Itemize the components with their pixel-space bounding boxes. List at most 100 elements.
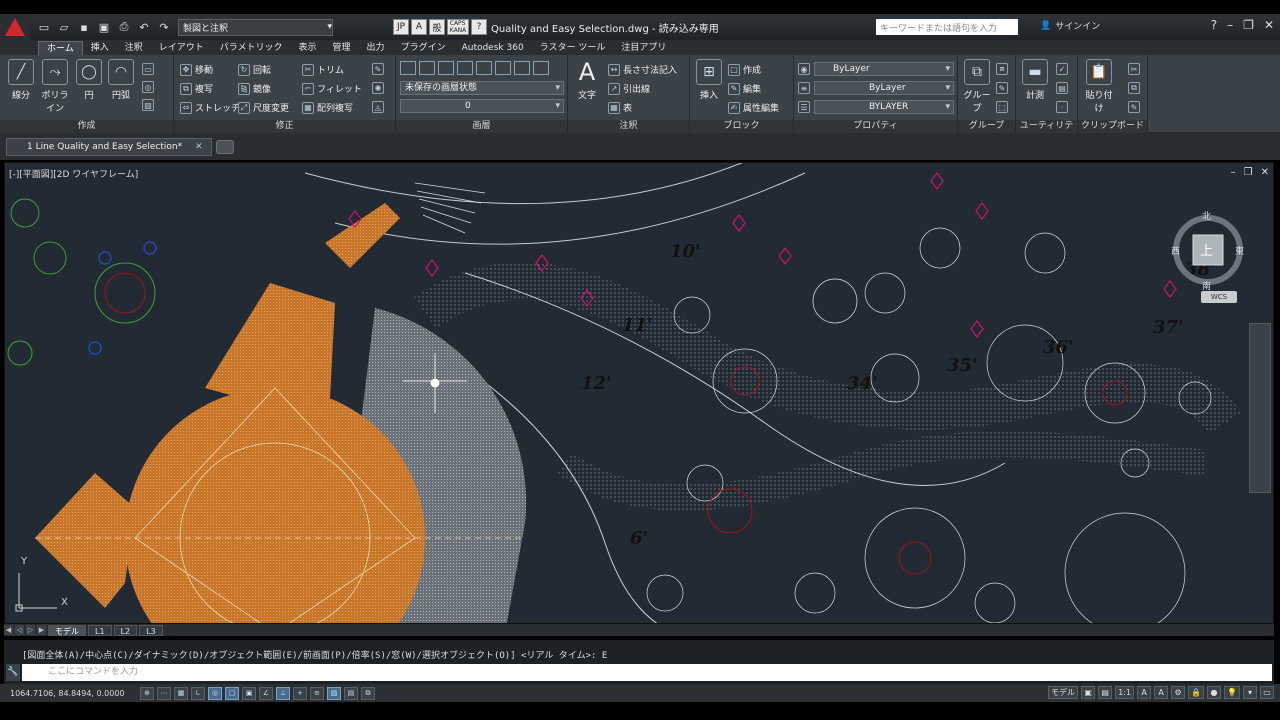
ducs-icon[interactable]: ⟂ (276, 686, 290, 700)
move-button[interactable]: ✥ 移動 (180, 63, 213, 76)
viewcube-west[interactable]: 西 (1171, 244, 1180, 257)
panel-draw-title[interactable]: 作成 (0, 120, 173, 133)
workspace-switch-icon[interactable]: ⚙ (1171, 686, 1186, 699)
wrench-icon[interactable]: 🔧 (6, 664, 20, 681)
navigation-bar[interactable] (1249, 323, 1271, 493)
panel-utilities-title[interactable]: ユーティリティ (1016, 120, 1077, 144)
copy-clip-button[interactable]: ⧉ (1128, 82, 1140, 94)
command-input[interactable]: ここにコマンドを入力 (22, 664, 1272, 681)
coordinate-readout[interactable]: 1064.7106, 84.8494, 0.0000 (0, 689, 140, 698)
panel-clipboard-title[interactable]: クリップボード (1078, 120, 1147, 133)
last-layout-arrow-icon[interactable]: ▶ (37, 625, 46, 635)
calculator-button[interactable]: ▤ (1056, 82, 1068, 94)
toolbar-lock-icon[interactable]: 🔒 (1188, 686, 1205, 699)
trim-button[interactable]: ✂ トリム (302, 63, 344, 76)
viewcube-north[interactable]: 北 (1202, 209, 1211, 222)
match-button[interactable]: ✎ (1128, 101, 1140, 113)
annotation-visibility-icon[interactable]: A (1137, 686, 1152, 699)
new-icon[interactable]: ▭ (36, 19, 52, 35)
linetype-dropdown[interactable]: ByLayer (814, 81, 954, 95)
layer-off-icon[interactable] (419, 61, 435, 75)
undo-icon[interactable]: ↶ (136, 19, 152, 35)
object-tracking-icon[interactable]: ∠ (259, 686, 273, 700)
table-button[interactable]: ▦ 表 (608, 101, 632, 114)
panel-layers-title[interactable]: 画層 (396, 120, 567, 133)
grid-icon[interactable]: ▦ (174, 686, 188, 700)
tab-manage[interactable]: 管理 (325, 41, 359, 55)
next-layout-arrow-icon[interactable]: ▷ (26, 625, 35, 635)
print-icon[interactable]: ⎙ (116, 19, 132, 35)
linetype-button[interactable]: ≡ (798, 82, 810, 94)
match-properties-button[interactable]: ◉ (798, 63, 810, 75)
tab-layout[interactable]: レイアウト (151, 41, 212, 55)
tab-home[interactable]: ホーム (38, 41, 83, 55)
viewcube[interactable]: 上 北 南 東 西 (1171, 212, 1245, 292)
panel-properties-title[interactable]: プロパティ (794, 120, 957, 133)
lineweight-button[interactable]: ☰ (798, 101, 810, 113)
layout-tab-l2[interactable]: L2 (113, 624, 138, 636)
layer-properties-icon[interactable] (400, 61, 416, 75)
tab-raster[interactable]: ラスター ツール (532, 41, 614, 55)
viewport-label[interactable]: [-][平面図][2D ワイヤフレーム] (9, 167, 138, 180)
quick-view-drawings-icon[interactable]: ▤ (1098, 686, 1113, 699)
polar-tracking-icon[interactable]: ◎ (208, 686, 222, 700)
layout-tab-model[interactable]: モデル (48, 624, 86, 636)
status-menu-icon[interactable]: ▾ (1243, 686, 1257, 699)
group-edit-button[interactable]: ✎ (996, 82, 1008, 94)
save-as-icon[interactable]: ▣ (96, 19, 112, 35)
dynamic-input-icon[interactable]: + (293, 686, 307, 700)
clean-screen-icon[interactable]: ▭ (1260, 686, 1274, 699)
current-layer-dropdown[interactable]: 0 (400, 99, 564, 113)
first-layout-arrow-icon[interactable]: ◀ (4, 625, 13, 635)
tab-annotate[interactable]: 注釈 (117, 41, 151, 55)
close-icon[interactable]: ✕ (195, 142, 203, 152)
stretch-button[interactable]: ⇔ ストレッチ (180, 101, 240, 114)
layer-walk-icon[interactable] (533, 61, 549, 75)
open-icon[interactable]: ▱ (56, 19, 72, 35)
lineweight-dropdown[interactable]: BYLAYER (814, 100, 954, 114)
tab-parametric[interactable]: パラメトリック (212, 41, 291, 55)
copy-button[interactable]: ⧉ 複写 (180, 82, 213, 95)
viewport-close-button[interactable]: ✕ (1261, 167, 1269, 178)
scale-button[interactable]: ⤢ 尺度変更 (238, 101, 289, 114)
application-menu-button[interactable] (0, 14, 30, 40)
viewcube-east[interactable]: 東 (1235, 244, 1244, 257)
ime-lang[interactable]: JP (393, 19, 409, 35)
group-select-button[interactable]: ⬚ (996, 101, 1008, 113)
panel-groups-title[interactable]: グループ (958, 120, 1015, 133)
erase-button[interactable]: ✎ (372, 63, 384, 75)
isolate-objects-icon[interactable]: 💡 (1224, 686, 1240, 699)
quick-select-button[interactable]: ✓ (1056, 63, 1068, 75)
layer-match-icon[interactable] (495, 61, 511, 75)
polyline-button[interactable]: ⤳ ポリライン (38, 59, 72, 114)
line-button[interactable]: ╱ 線分 (4, 59, 38, 101)
layer-lock-icon[interactable] (476, 61, 492, 75)
viewcube-top[interactable]: 上 (1200, 240, 1213, 259)
tab-insert[interactable]: 挿入 (83, 41, 117, 55)
close-button[interactable]: ✕ (1264, 18, 1274, 32)
document-tab[interactable]: 1 Line Quality and Easy Selection* ✕ (6, 137, 212, 156)
restore-button[interactable]: ❐ (1243, 18, 1254, 32)
tab-plugins[interactable]: プラグイン (393, 41, 454, 55)
hatch-button[interactable]: ▨ (142, 99, 154, 111)
group-button[interactable]: ⧉ グループ (960, 59, 994, 114)
drawing-viewport[interactable]: Y X [-][平面図][2D ワイヤフレーム] – ❐ ✕ 10' 11' 1… (4, 162, 1274, 624)
rectangle-button[interactable]: ▭ (142, 63, 154, 75)
workspace-dropdown[interactable]: 製図と注釈 ▾ (178, 18, 333, 36)
block-create-button[interactable]: ▢ 作成 (728, 63, 761, 76)
layer-state-dropdown[interactable]: 未保存の画層状態 (400, 81, 564, 95)
layer-previous-icon[interactable] (514, 61, 530, 75)
color-dropdown[interactable]: ByLayer (814, 62, 954, 76)
viewport-restore-button[interactable]: ❐ (1244, 167, 1253, 178)
fillet-button[interactable]: ⌐ フィレット (302, 82, 362, 95)
panel-modify-title[interactable]: 修正 (174, 120, 395, 133)
tab-featured-apps[interactable]: 注目アプリ (613, 41, 674, 55)
id-point-button[interactable]: · (1056, 101, 1068, 113)
text-button[interactable]: A 文字 (570, 58, 604, 101)
selection-cycling-icon[interactable]: ⧉ (361, 686, 375, 700)
tab-autodesk360[interactable]: Autodesk 360 (454, 41, 532, 55)
block-edit-button[interactable]: ✎ 編集 (728, 82, 761, 95)
cut-button[interactable]: ✂ (1128, 63, 1140, 75)
mirror-button[interactable]: ⧎ 鏡像 (238, 82, 271, 95)
annotation-scale-label[interactable]: 1:1 (1115, 686, 1135, 699)
